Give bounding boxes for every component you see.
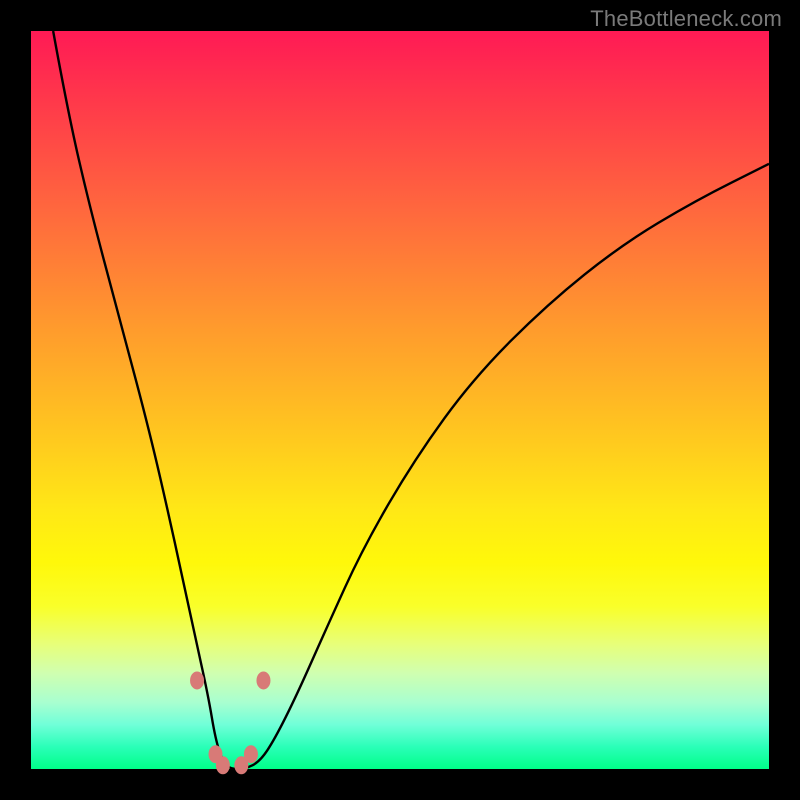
highlight-markers-group — [190, 671, 270, 774]
highlight-marker — [216, 756, 230, 774]
highlight-marker — [256, 671, 270, 689]
highlight-marker — [244, 745, 258, 763]
bottleneck-curve-svg — [31, 31, 769, 769]
bottleneck-curve-path — [53, 31, 769, 769]
chart-canvas — [31, 31, 769, 769]
highlight-marker — [190, 671, 204, 689]
watermark-text: TheBottleneck.com — [590, 6, 782, 32]
